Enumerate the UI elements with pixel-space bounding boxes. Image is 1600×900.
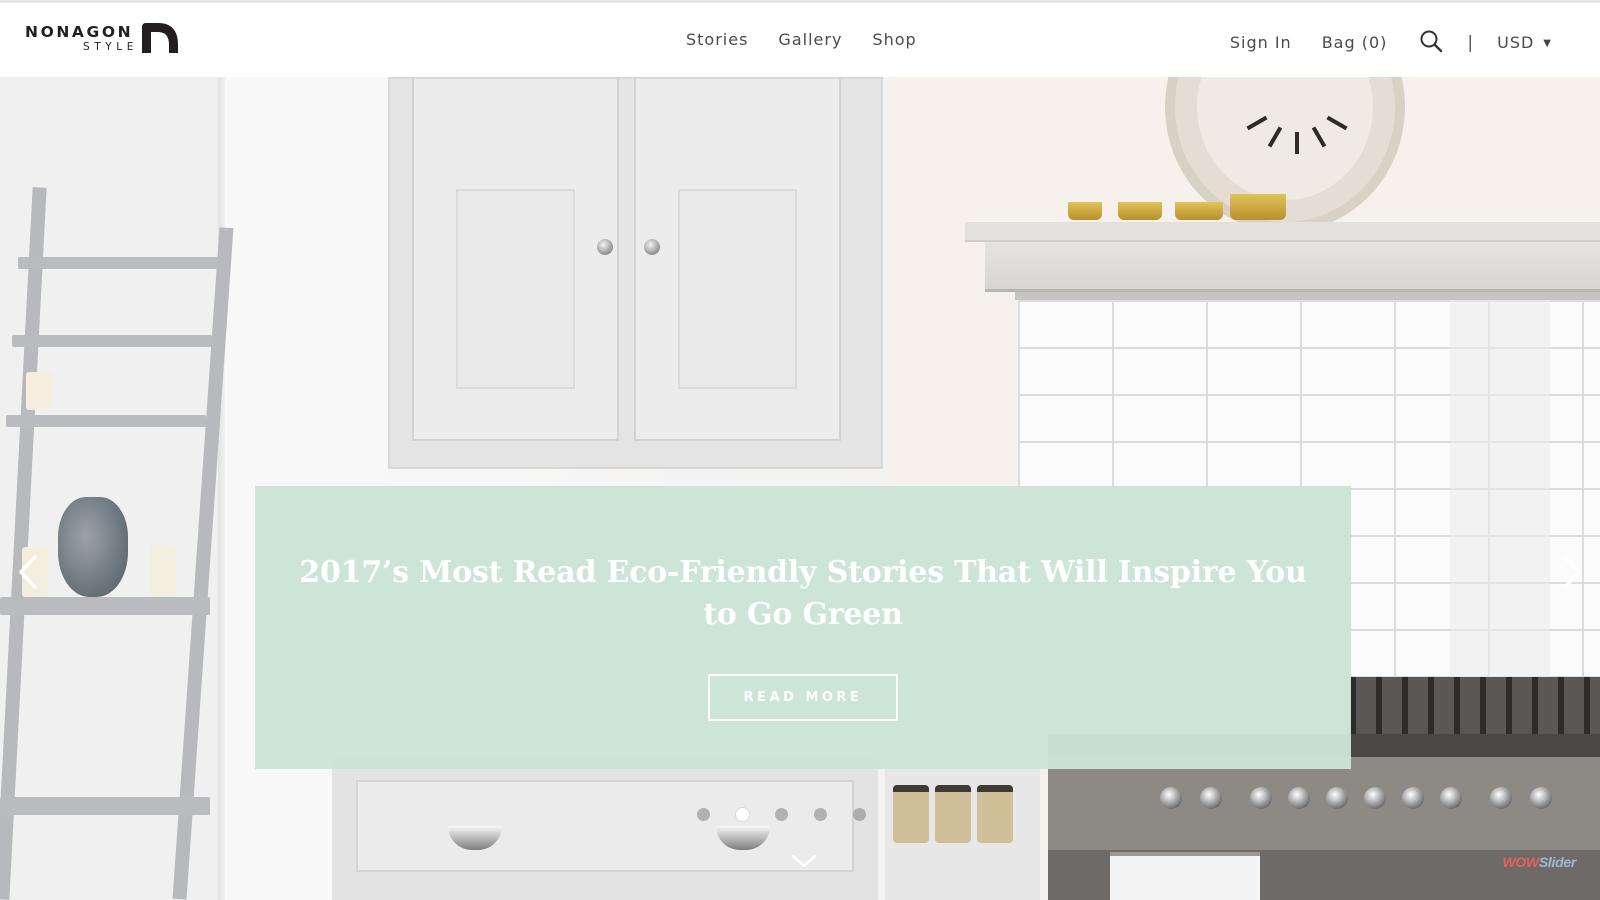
logo-mark-icon [142, 23, 178, 53]
logo-subtitle: STYLE [83, 41, 138, 53]
slider-watermark: WOWSlider [1502, 854, 1576, 870]
nav-shop[interactable]: Shop [872, 30, 916, 49]
header-divider: | [1467, 32, 1474, 53]
bag-link[interactable]: Bag (0) [1322, 33, 1388, 52]
slide-dot-2[interactable] [736, 808, 749, 821]
chevron-down-icon: ▼ [1543, 37, 1552, 49]
nav-gallery[interactable]: Gallery [778, 30, 842, 49]
site-logo[interactable]: NONAGON STYLE [25, 21, 185, 57]
main-nav: Stories Gallery Shop [686, 30, 917, 49]
slide-dot-1[interactable] [697, 808, 710, 821]
slide-caption: 2017’s Most Read Eco-Friendly Stories Th… [255, 486, 1351, 769]
chevron-down-icon [791, 854, 817, 868]
slider-pagination [697, 808, 866, 821]
read-more-button[interactable]: READ MORE [708, 674, 898, 721]
watermark-part2: Slider [1538, 854, 1576, 870]
nav-stories[interactable]: Stories [686, 30, 748, 49]
slide-title[interactable]: 2017’s Most Read Eco-Friendly Stories Th… [295, 552, 1311, 636]
slide-dot-3[interactable] [775, 808, 788, 821]
header-utilities: Sign In Bag (0) | USD ▼ [1230, 30, 1552, 55]
sign-in-link[interactable]: Sign In [1230, 33, 1292, 52]
slide-dot-4[interactable] [814, 808, 827, 821]
search-icon[interactable] [1417, 27, 1445, 55]
logo-wordmark: NONAGON [25, 23, 134, 41]
currency-select[interactable]: USD ▼ [1497, 33, 1552, 52]
slide-dot-5[interactable] [853, 808, 866, 821]
chevron-left-icon [19, 555, 37, 589]
hero-slider: 2017’s Most Read Eco-Friendly Stories Th… [0, 77, 1600, 900]
slider-prev-button[interactable] [8, 552, 48, 592]
chevron-right-icon [1563, 555, 1581, 589]
scroll-down-button[interactable] [790, 852, 818, 870]
currency-value: USD [1497, 33, 1535, 52]
watermark-part1: WOW [1502, 854, 1539, 870]
slider-next-button[interactable] [1552, 552, 1592, 592]
site-header: NONAGON STYLE Stories Gallery Shop Sign … [0, 0, 1600, 77]
